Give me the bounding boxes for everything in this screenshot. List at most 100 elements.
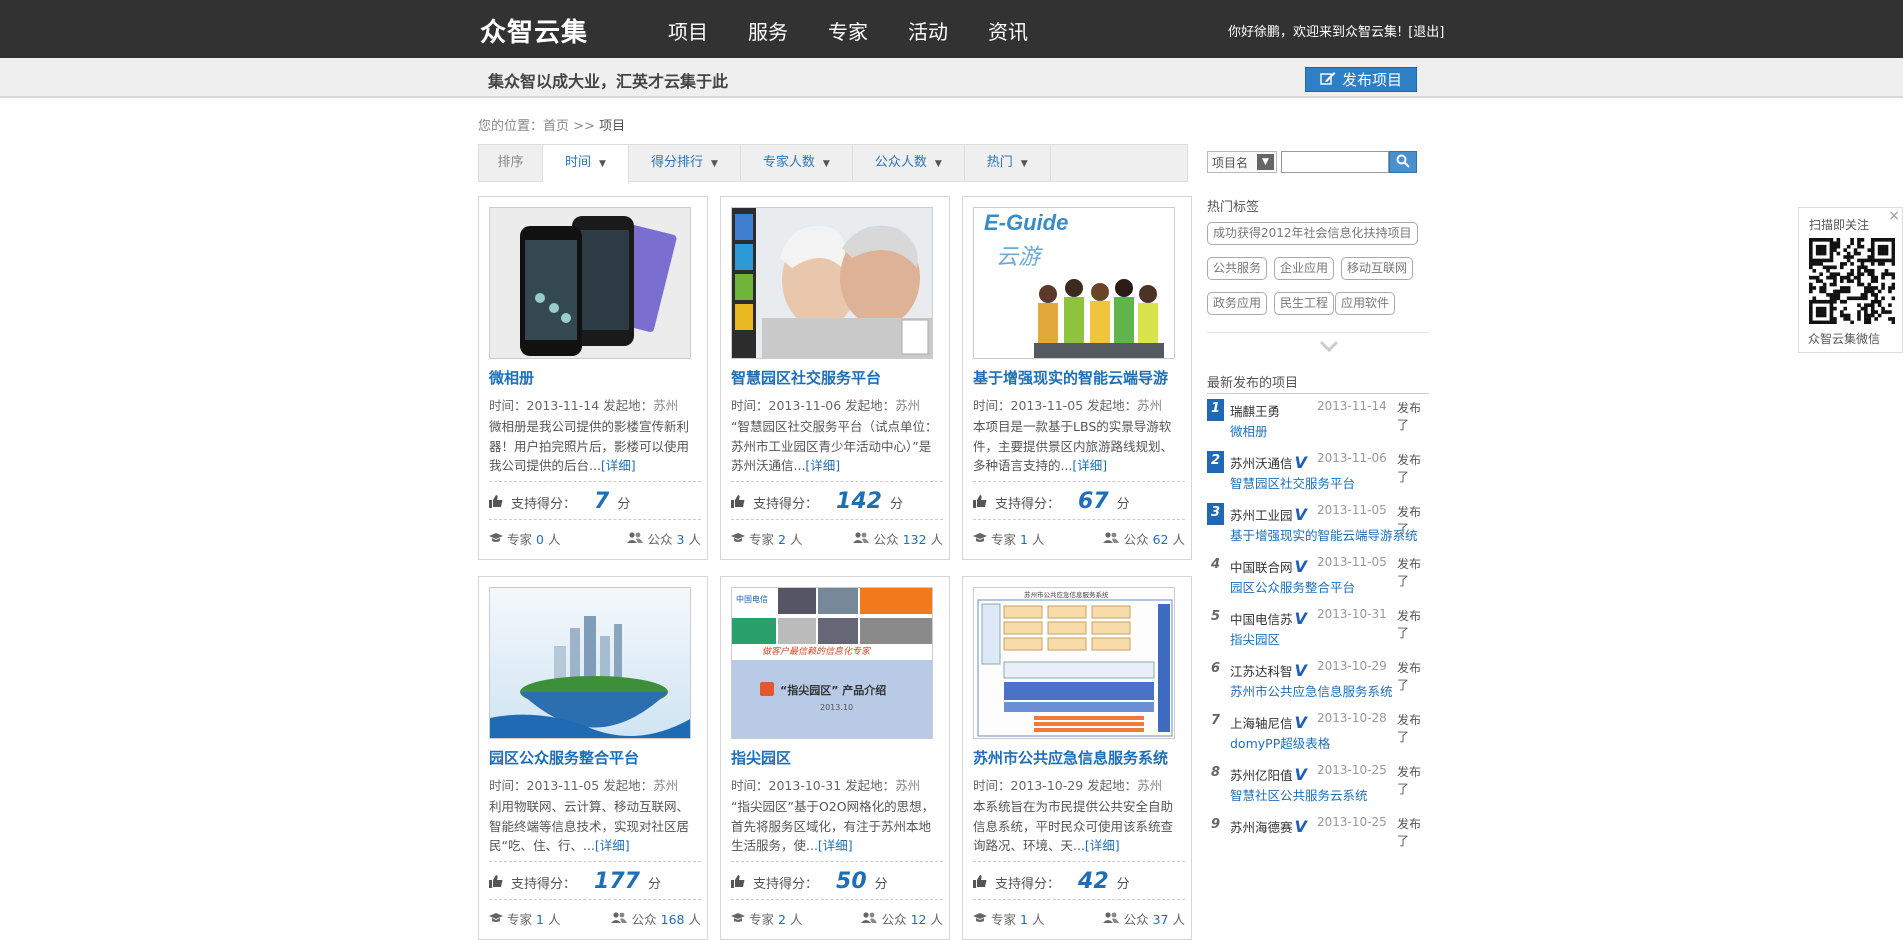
participant-stats: 专家 1 人 公众 168 人	[489, 909, 701, 928]
nav-item-events[interactable]: 活动	[908, 16, 948, 45]
details-link[interactable]: [详细]	[595, 838, 630, 853]
details-link[interactable]: [详细]	[601, 458, 636, 473]
project-thumbnail[interactable]: 中国电信 做客户最信赖的信息化专家 “指尖园区” 产品介绍 2013.10	[731, 587, 933, 739]
expert-label: 专家	[506, 532, 532, 547]
publisher-name[interactable]: 中国联合网 V	[1230, 557, 1307, 576]
score-row: 支持得分： 42 分	[973, 869, 1130, 894]
project-thumbnail[interactable]	[731, 207, 933, 359]
expert-number: 0	[536, 532, 544, 547]
details-link[interactable]: [详细]	[1085, 838, 1120, 853]
sort-tab-label: 专家人数	[762, 155, 815, 170]
recent-project-link[interactable]: 指尖园区	[1230, 629, 1280, 648]
project-title[interactable]: 园区公众服务整合平台	[489, 747, 701, 768]
project-meta: 时间：2013-11-05 发起地：苏州	[973, 395, 1162, 414]
origin-label: 发起地：	[1087, 778, 1138, 793]
nav-item-services[interactable]: 服务	[748, 16, 788, 45]
score-unit: 分	[617, 497, 631, 512]
project-card[interactable]: 中国电信 做客户最信赖的信息化专家 “指尖园区” 产品介绍 2013.10 指尖…	[720, 576, 950, 940]
project-title[interactable]: 苏州市公共应急信息服务系统	[973, 747, 1185, 768]
publish-date: 2013-10-28	[1317, 711, 1387, 725]
project-location: 苏州	[653, 778, 679, 793]
tag-item[interactable]: 成功获得2012年社会信息化扶持项目	[1207, 222, 1418, 245]
tag-item[interactable]: 企业应用	[1274, 257, 1335, 280]
project-date: 2013-10-31	[768, 778, 842, 793]
chevron-down-icon[interactable]	[1319, 337, 1339, 356]
tag-item[interactable]: 应用软件	[1335, 292, 1396, 315]
verified-icon: V	[1294, 661, 1307, 680]
tag-item[interactable]: 民生工程	[1274, 292, 1335, 315]
recent-project-link[interactable]: 智慧社区公共服务云系统	[1230, 785, 1368, 804]
sort-tab-public[interactable]: 公众人数 ▼	[853, 145, 965, 181]
published-label: 发布了	[1397, 557, 1422, 588]
tag-item[interactable]: 政务应用	[1207, 292, 1268, 315]
search-field-select[interactable]: 项目名 ▼	[1207, 151, 1277, 173]
sort-tab-score[interactable]: 得分排行 ▼	[629, 145, 741, 181]
recent-project-link[interactable]: 园区公众服务整合平台	[1230, 577, 1355, 596]
recent-project-item: 5 中国电信苏 V 2013-10-31 发布了 指尖园区	[1207, 603, 1429, 655]
project-thumbnail[interactable]: 苏州市公共应急信息服务系统	[973, 587, 1175, 739]
project-thumbnail[interactable]	[489, 587, 691, 739]
project-title[interactable]: 微相册	[489, 367, 701, 388]
project-card[interactable]: E-Guide 云游 基于增强现实的智能云端导游 时间：2013-11-05 发…	[962, 196, 1192, 560]
rank-badge: 8	[1210, 765, 1221, 780]
project-title[interactable]: 基于增强现实的智能云端导游	[973, 367, 1185, 388]
publisher-name[interactable]: 苏州工业园 V	[1230, 505, 1307, 524]
publish-date: 2013-11-14	[1317, 399, 1387, 413]
publisher-name[interactable]: 中国电信苏 V	[1230, 609, 1307, 628]
tag-item[interactable]: 移动互联网	[1341, 257, 1414, 280]
verified-icon: V	[1294, 713, 1307, 732]
recent-project-link[interactable]: 智慧园区社交服务平台	[1230, 473, 1355, 492]
thumbs-up-icon	[973, 494, 987, 508]
details-link[interactable]: [详细]	[1072, 458, 1107, 473]
sort-tab-experts[interactable]: 专家人数 ▼	[741, 145, 853, 181]
project-thumbnail[interactable]	[489, 207, 691, 359]
tag-item[interactable]: 公共服务	[1207, 257, 1268, 280]
nav-item-projects[interactable]: 项目	[668, 16, 708, 45]
recent-project-item: 8 苏州亿阳值 V 2013-10-25 发布了 智慧社区公共服务云系统	[1207, 759, 1429, 811]
sort-label: 排序	[479, 145, 543, 181]
details-link[interactable]: [详细]	[818, 838, 853, 853]
zhijian-slogan: 做客户最信赖的信息化专家	[762, 646, 871, 657]
rank-badge: 2	[1207, 451, 1224, 473]
person-unit: 人	[789, 532, 803, 547]
project-card[interactable]: 园区公众服务整合平台 时间：2013-11-05 发起地：苏州 利用物联网、云计…	[478, 576, 708, 940]
publish-project-button[interactable]: 发布项目	[1305, 67, 1417, 92]
publisher-name[interactable]: 江苏达科智 V	[1230, 661, 1307, 680]
publisher-name[interactable]: 苏州沃通信 V	[1230, 453, 1307, 472]
nav-item-experts[interactable]: 专家	[828, 16, 868, 45]
nav-item-news[interactable]: 资讯	[988, 16, 1028, 45]
project-thumbnail[interactable]: E-Guide 云游	[973, 207, 1175, 359]
divider	[731, 861, 943, 862]
project-card[interactable]: 智慧园区社交服务平台 时间：2013-11-06 发起地：苏州 “智慧园区社交服…	[720, 196, 950, 560]
publisher-name[interactable]: 苏州海德赛 V	[1230, 817, 1307, 836]
search-button[interactable]	[1389, 151, 1417, 173]
publish-project-label: 发布项目	[1341, 71, 1402, 89]
search-field-value: 项目名	[1212, 156, 1249, 170]
close-icon[interactable]: ×	[1888, 208, 1900, 224]
publisher-name[interactable]: 瑞麒王勇	[1230, 401, 1280, 420]
recent-projects-title: 最新发布的项目	[1207, 376, 1299, 391]
logout-link[interactable]: [退出]	[1408, 25, 1444, 40]
project-title[interactable]: 智慧园区社交服务平台	[731, 367, 943, 388]
publisher-name[interactable]: 上海轴尼信 V	[1230, 713, 1307, 732]
search-input[interactable]	[1281, 151, 1389, 173]
breadcrumb-home-link[interactable]: 首页	[543, 119, 569, 134]
project-card[interactable]: 微相册 时间：2013-11-14 发起地：苏州 微相册是我公司提供的影楼宣传新…	[478, 196, 708, 560]
site-logo[interactable]: 众智云集	[480, 12, 588, 49]
time-label: 时间：	[489, 778, 527, 793]
recent-project-link[interactable]: 基于增强现实的智能云端导游系统	[1230, 525, 1418, 544]
score-row: 支持得分： 177 分	[489, 869, 661, 894]
project-title[interactable]: 指尖园区	[731, 747, 943, 768]
recent-project-link[interactable]: 微相册	[1230, 421, 1268, 440]
details-link[interactable]: [详细]	[805, 458, 840, 473]
project-card[interactable]: 苏州市公共应急信息服务系统 苏州市公共应急信息服务系统 时间：2013-10-2…	[962, 576, 1192, 940]
origin-label: 发起地：	[603, 778, 654, 793]
publisher-name[interactable]: 苏州亿阳值 V	[1230, 765, 1307, 784]
project-location: 苏州	[653, 398, 679, 413]
sort-tab-hot[interactable]: 热门 ▼	[965, 145, 1051, 181]
users-icon	[610, 912, 627, 923]
sort-tab-time[interactable]: 时间 ▼	[543, 145, 629, 184]
recent-project-link[interactable]: 苏州市公共应急信息服务系统	[1230, 681, 1393, 700]
recent-project-link[interactable]: domyPP超级表格	[1230, 733, 1330, 752]
eguide-logo-text: E-Guide	[984, 210, 1068, 235]
